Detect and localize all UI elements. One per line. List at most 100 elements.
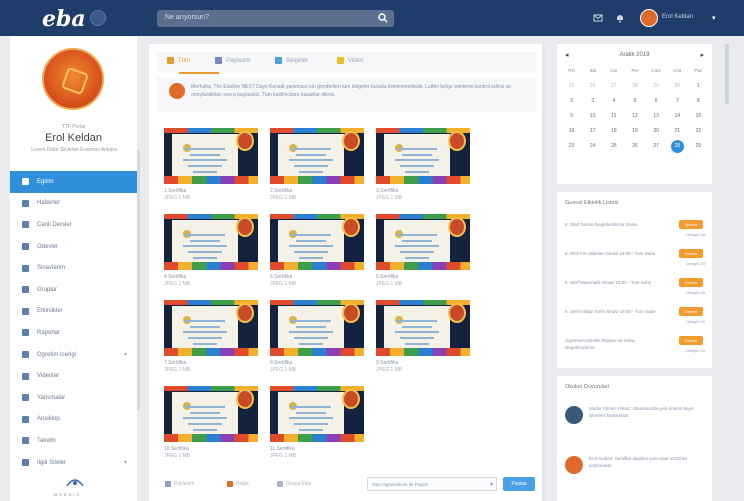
activity-item[interactable]: Ogretmen Etkinlik Raporu ve Sinav Degerl… bbox=[565, 336, 705, 364]
calendar-day[interactable]: 4 bbox=[603, 97, 624, 105]
calendar-day[interactable]: 15 bbox=[688, 112, 709, 120]
main-scrollbar[interactable] bbox=[542, 44, 545, 501]
activity-status-badge[interactable]: Devam bbox=[679, 220, 703, 229]
certificate-thumbnail[interactable] bbox=[270, 128, 364, 184]
certificate-thumbnail[interactable] bbox=[164, 128, 258, 184]
calendar-day[interactable]: 27 bbox=[603, 82, 624, 90]
calendar-day[interactable]: 11 bbox=[603, 112, 624, 120]
calendar-day[interactable]: 20 bbox=[646, 127, 667, 135]
announcement-avatar[interactable] bbox=[565, 456, 583, 474]
certificate-item[interactable]: 6.Sertifika JPEG 1 MB bbox=[376, 214, 470, 287]
sidebar-item[interactable]: Odevler bbox=[10, 236, 137, 258]
sidebar-item[interactable]: Canli Dersler bbox=[10, 214, 137, 236]
user-avatar[interactable] bbox=[640, 9, 658, 27]
calendar-day[interactable]: 21 bbox=[667, 127, 688, 135]
calendar-day[interactable]: 30 bbox=[667, 82, 688, 90]
sidebar-item[interactable]: Videolar bbox=[10, 365, 137, 387]
app-logo[interactable]: eba bbox=[42, 6, 86, 32]
certificate-item[interactable]: 11.Sertifika JPEG 1 MB bbox=[270, 386, 364, 459]
activity-status-badge[interactable]: Devam bbox=[679, 249, 703, 258]
activity-item[interactable]: 8. Sinif Turkce Degerlendirme Sinavi Deva… bbox=[565, 220, 705, 248]
certificate-item[interactable]: 3.Sertifika JPEG 1 MB bbox=[376, 128, 470, 201]
compose-option-2[interactable]: Dosya Ekle bbox=[277, 481, 311, 487]
search-icon[interactable] bbox=[378, 13, 388, 23]
profile-avatar[interactable] bbox=[42, 48, 104, 110]
certificate-item[interactable]: 10.Sertifika JPEG 1 MB bbox=[164, 386, 258, 459]
calendar-day[interactable]: 3 bbox=[582, 97, 603, 105]
calendar-day[interactable]: 17 bbox=[582, 127, 603, 135]
share-button[interactable]: Paylas bbox=[503, 477, 535, 491]
calendar-day[interactable]: 22 bbox=[688, 127, 709, 135]
chevron-right-icon[interactable]: ▸ bbox=[700, 51, 704, 59]
sidebar-item[interactable]: Sinavlarim bbox=[10, 257, 137, 279]
calendar-day[interactable]: 19 bbox=[624, 127, 645, 135]
calendar-day[interactable]: 10 bbox=[582, 112, 603, 120]
activity-detail-link[interactable]: Detaya Git bbox=[686, 232, 705, 237]
calendar-day[interactable]: 2 bbox=[561, 97, 582, 105]
sidebar-item[interactable]: Raporlar bbox=[10, 322, 137, 344]
calendar-day[interactable]: 1 bbox=[688, 82, 709, 90]
certificate-item[interactable]: 5.Sertifika JPEG 1 MB bbox=[270, 214, 364, 287]
calendar-day[interactable]: 25 bbox=[561, 82, 582, 90]
certificate-thumbnail[interactable] bbox=[376, 214, 470, 270]
tab-3[interactable]: Video bbox=[337, 57, 363, 64]
activity-item[interactable]: 8. Sinif Inkilap Tarihi Sinavi 16:00 - T… bbox=[565, 307, 705, 335]
activity-item[interactable]: 8. Sinif Fen Bilimleri Sinavi 14:00 - Tu… bbox=[565, 249, 705, 277]
certificate-thumbnail[interactable] bbox=[376, 300, 470, 356]
calendar-day[interactable]: 13 bbox=[646, 112, 667, 120]
bell-icon[interactable] bbox=[615, 13, 625, 23]
activity-status-badge[interactable]: Devam bbox=[679, 307, 703, 316]
post-avatar[interactable] bbox=[169, 83, 185, 99]
sidebar-item[interactable]: Yarismalar bbox=[10, 387, 137, 409]
calendar-day[interactable]: 7 bbox=[667, 97, 688, 105]
calendar-today[interactable]: 28 bbox=[667, 139, 688, 153]
chevron-down-icon[interactable]: ▾ bbox=[712, 14, 716, 22]
announcement-avatar[interactable] bbox=[565, 406, 583, 424]
certificate-thumbnail[interactable] bbox=[270, 386, 364, 442]
sidebar-item[interactable]: Egitim bbox=[10, 171, 137, 193]
calendar-day[interactable]: 9 bbox=[561, 112, 582, 120]
sidebar-item[interactable]: Ogretim Icerigi ▾ bbox=[10, 344, 137, 366]
sidebar-item[interactable]: Ansiklop. bbox=[10, 409, 137, 431]
sidebar-item[interactable]: Ilgili Siteler ▾ bbox=[10, 452, 137, 474]
calendar-day[interactable]: 5 bbox=[624, 97, 645, 105]
compose-option-0[interactable]: Paylasim bbox=[165, 481, 194, 487]
calendar-day[interactable]: 8 bbox=[688, 97, 709, 105]
page-scrollbar[interactable] bbox=[725, 44, 729, 104]
certificate-item[interactable]: 8.Sertifika JPEG 1 MB bbox=[270, 300, 364, 373]
calendar-day[interactable]: 27 bbox=[646, 142, 667, 150]
tab-1[interactable]: Paylasim bbox=[215, 57, 250, 64]
calendar-day[interactable]: 16 bbox=[561, 127, 582, 135]
activity-detail-link[interactable]: Detaya Git bbox=[686, 261, 705, 266]
certificate-item[interactable]: 9.Sertifika JPEG 1 MB bbox=[376, 300, 470, 373]
calendar-day[interactable]: 28 bbox=[624, 82, 645, 90]
tab-2[interactable]: Belgeler bbox=[275, 57, 308, 64]
compose-option-1[interactable]: Belge bbox=[227, 481, 249, 487]
certificate-item[interactable]: 4.Sertifika JPEG 1 MB bbox=[164, 214, 258, 287]
activity-item[interactable]: 8. Sinif Matematik Sinavi 15:00 - Tum Su… bbox=[565, 278, 705, 306]
certificate-thumbnail[interactable] bbox=[270, 300, 364, 356]
certificate-thumbnail[interactable] bbox=[164, 386, 258, 442]
profile-name[interactable]: Erol Keldan bbox=[10, 132, 137, 144]
calendar-day[interactable]: 26 bbox=[624, 142, 645, 150]
calendar-day[interactable]: 23 bbox=[561, 142, 582, 150]
calendar-day[interactable]: 18 bbox=[603, 127, 624, 135]
calendar-day[interactable]: 12 bbox=[624, 112, 645, 120]
calendar-day[interactable]: 29 bbox=[646, 82, 667, 90]
certificate-item[interactable]: 1.Sertifika JPEG 1 MB bbox=[164, 128, 258, 201]
share-audience-select[interactable]: Tum Ogrencilerim ile Paylas ▾ bbox=[367, 477, 497, 491]
certificate-item[interactable]: 7.Sertifika JPEG 1 MB bbox=[164, 300, 258, 373]
calendar-day[interactable]: 24 bbox=[582, 142, 603, 150]
calendar-day[interactable]: 25 bbox=[603, 142, 624, 150]
certificate-thumbnail[interactable] bbox=[270, 214, 364, 270]
activity-status-badge[interactable]: Devam bbox=[679, 336, 703, 345]
activity-detail-link[interactable]: Detaya Git bbox=[686, 348, 705, 353]
mail-icon[interactable] bbox=[593, 13, 603, 23]
sidebar-item[interactable]: Etkinlikler bbox=[10, 301, 137, 323]
activity-status-badge[interactable]: Devam bbox=[679, 278, 703, 287]
activity-detail-link[interactable]: Detaya Git bbox=[686, 319, 705, 324]
tab-0[interactable]: Tüm bbox=[167, 57, 190, 64]
sidebar-item[interactable]: Gruplar bbox=[10, 279, 137, 301]
calendar-day[interactable]: 14 bbox=[667, 112, 688, 120]
activity-detail-link[interactable]: Detaya Git bbox=[686, 290, 705, 295]
